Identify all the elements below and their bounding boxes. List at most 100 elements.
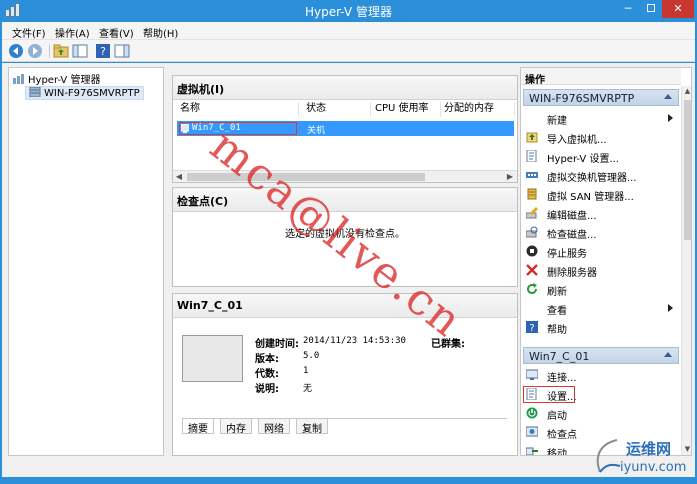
close-button[interactable]: ✕ (662, 0, 694, 18)
action-refresh[interactable]: 刷新 (523, 280, 679, 299)
tab-network[interactable]: 网络 (258, 419, 290, 435)
vm-row[interactable]: Win7_C_01 关机 (177, 121, 514, 136)
col-memory[interactable]: 分配的内存 (441, 102, 515, 117)
switch-icon (526, 172, 538, 178)
menu-file[interactable]: 文件(F) (12, 25, 46, 40)
clustered-label: 已群集: (431, 339, 465, 350)
checkpoint-panel: 检查点(C) 选定的虚拟机没有检查点。 (172, 187, 518, 287)
action-view[interactable]: 查看 (523, 299, 679, 318)
menu-bar: 文件(F) 操作(A) 查看(V) 帮助(H) (2, 22, 695, 40)
actions-group-server[interactable]: WIN-F976SMVRPTP (523, 89, 679, 106)
action-refresh-label: 刷新 (547, 287, 567, 298)
up-folder-icon[interactable] (53, 43, 69, 59)
console-tree-icon[interactable] (72, 43, 88, 59)
toolbar-separator (49, 44, 50, 58)
created-value: 2014/11/23 14:53:30 (303, 336, 406, 346)
version-label: 版本: (255, 354, 279, 365)
action-inspect-disk[interactable]: 检查磁盘... (523, 223, 679, 242)
stop-icon (526, 245, 538, 257)
col-name[interactable]: 名称 (177, 102, 299, 117)
scroll-thumb[interactable] (684, 100, 691, 240)
action-help[interactable]: ? 帮助 (523, 318, 679, 337)
menu-action[interactable]: 操作(A) (55, 25, 90, 40)
details-panel: Win7_C_01 创建时间: 2014/11/23 14:53:30 已群集:… (172, 293, 518, 456)
vm-name: Win7_C_01 (192, 123, 241, 133)
tree-root-label: Hyper-V 管理器 (28, 75, 101, 86)
action-san-manager[interactable]: 虚拟 SAN 管理器... (523, 185, 679, 204)
version-value: 5.0 (303, 351, 320, 361)
collapse-caret-icon[interactable] (664, 94, 672, 99)
menu-view[interactable]: 查看(V) (99, 25, 134, 40)
action-vm-settings[interactable]: 设置... (523, 385, 679, 404)
action-start[interactable]: 启动 (523, 404, 679, 423)
actions-group-vm[interactable]: Win7_C_01 (523, 347, 679, 364)
settings-page-icon (526, 150, 537, 162)
action-stop-service[interactable]: 停止服务 (523, 242, 679, 261)
details-tabs: 摘要 内存 网络 复制 (182, 418, 507, 435)
scroll-left-icon[interactable]: ◀ (173, 171, 185, 183)
collapse-caret-icon[interactable] (664, 352, 672, 357)
generation-value: 1 (303, 366, 309, 376)
action-pane-icon[interactable] (114, 43, 130, 59)
vm-thumbnail (182, 335, 243, 382)
edit-disk-icon (526, 207, 538, 219)
site-brand: 运维网 (626, 440, 672, 458)
actions-vscroll[interactable]: ▲ ▼ (681, 86, 691, 455)
action-switch-manager-label: 虚拟交换机管理器... (547, 173, 637, 184)
svg-text:?: ? (100, 45, 106, 58)
tab-memory[interactable]: 内存 (220, 419, 252, 435)
back-arrow-icon[interactable] (8, 43, 24, 59)
action-edit-disk-label: 编辑磁盘... (547, 211, 597, 222)
notes-value: 无 (303, 384, 313, 394)
help-icon[interactable]: ? (95, 43, 111, 59)
action-edit-disk[interactable]: 编辑磁盘... (523, 204, 679, 223)
actions-pane: 操作 WIN-F976SMVRPTP 新建 导入虚拟机... Hyper-V 设… (520, 67, 692, 456)
details-panel-title: Win7_C_01 (173, 294, 517, 318)
action-switch-manager[interactable]: 虚拟交换机管理器... (523, 166, 679, 185)
action-stop-service-label: 停止服务 (547, 249, 587, 260)
action-hyperv-settings[interactable]: Hyper-V 设置... (523, 147, 679, 166)
tab-replication[interactable]: 复制 (296, 419, 328, 435)
vm-icon (181, 124, 189, 133)
tree-server-label: WIN-F976SMVRPTP (44, 88, 140, 99)
minimize-button[interactable]: ─ (616, 0, 640, 18)
vm-list-hscroll[interactable]: ◀ ▶ (173, 170, 517, 182)
action-remove-server-label: 删除服务器 (547, 268, 597, 279)
tree-root[interactable]: Hyper-V 管理器 (13, 71, 101, 86)
action-view-label: 查看 (547, 306, 567, 317)
vm-state: 关机 (307, 126, 326, 136)
menu-help[interactable]: 帮助(H) (143, 25, 178, 40)
vm-list: 名称 状态 CPU 使用率 分配的内存 Win7_C_01 关机 (177, 102, 515, 168)
action-new[interactable]: 新建 (523, 109, 679, 128)
hyperv-manager-icon (13, 74, 24, 84)
maximize-button[interactable] (640, 0, 662, 18)
notes-label: 说明: (255, 384, 279, 395)
hyperv-manager-window: Hyper-V 管理器 ─ ✕ 文件(F) 操作(A) 查看(V) 帮助(H) … (0, 0, 697, 484)
settings-page-icon (526, 388, 537, 400)
scroll-up-icon[interactable]: ▲ (682, 86, 691, 97)
action-remove-server[interactable]: 删除服务器 (523, 261, 679, 280)
action-move-label: 移动... (547, 449, 577, 456)
col-state[interactable]: 状态 (303, 102, 371, 117)
action-new-label: 新建 (547, 116, 567, 127)
tab-summary[interactable]: 摘要 (182, 419, 214, 435)
vm-panel: 虚拟机(I) 名称 状态 CPU 使用率 分配的内存 Win7_C_01 关机 … (172, 75, 518, 183)
toolbar: ? (2, 40, 695, 62)
scroll-thumb[interactable] (187, 173, 425, 181)
action-import-vm[interactable]: 导入虚拟机... (523, 128, 679, 147)
move-icon (526, 447, 538, 455)
forward-arrow-icon[interactable] (27, 43, 43, 59)
scroll-right-icon[interactable]: ▶ (504, 171, 516, 183)
vm-panel-title: 虚拟机(I) (173, 76, 517, 100)
site-domain: iyunv.com (620, 460, 687, 475)
action-connect[interactable]: 连接... (523, 366, 679, 385)
action-san-manager-label: 虚拟 SAN 管理器... (547, 192, 634, 203)
tree-server[interactable]: WIN-F976SMVRPTP (25, 86, 144, 100)
actions-group-vm-label: Win7_C_01 (529, 350, 590, 363)
submenu-arrow-icon (668, 304, 673, 312)
col-cpu[interactable]: CPU 使用率 (372, 102, 441, 117)
action-vm-settings-label: 设置... (547, 392, 577, 403)
svg-text:?: ? (529, 323, 534, 333)
window-title: Hyper-V 管理器 (305, 5, 392, 19)
client-area: Hyper-V 管理器 WIN-F976SMVRPTP 虚拟机(I) 名称 状态… (2, 63, 695, 477)
